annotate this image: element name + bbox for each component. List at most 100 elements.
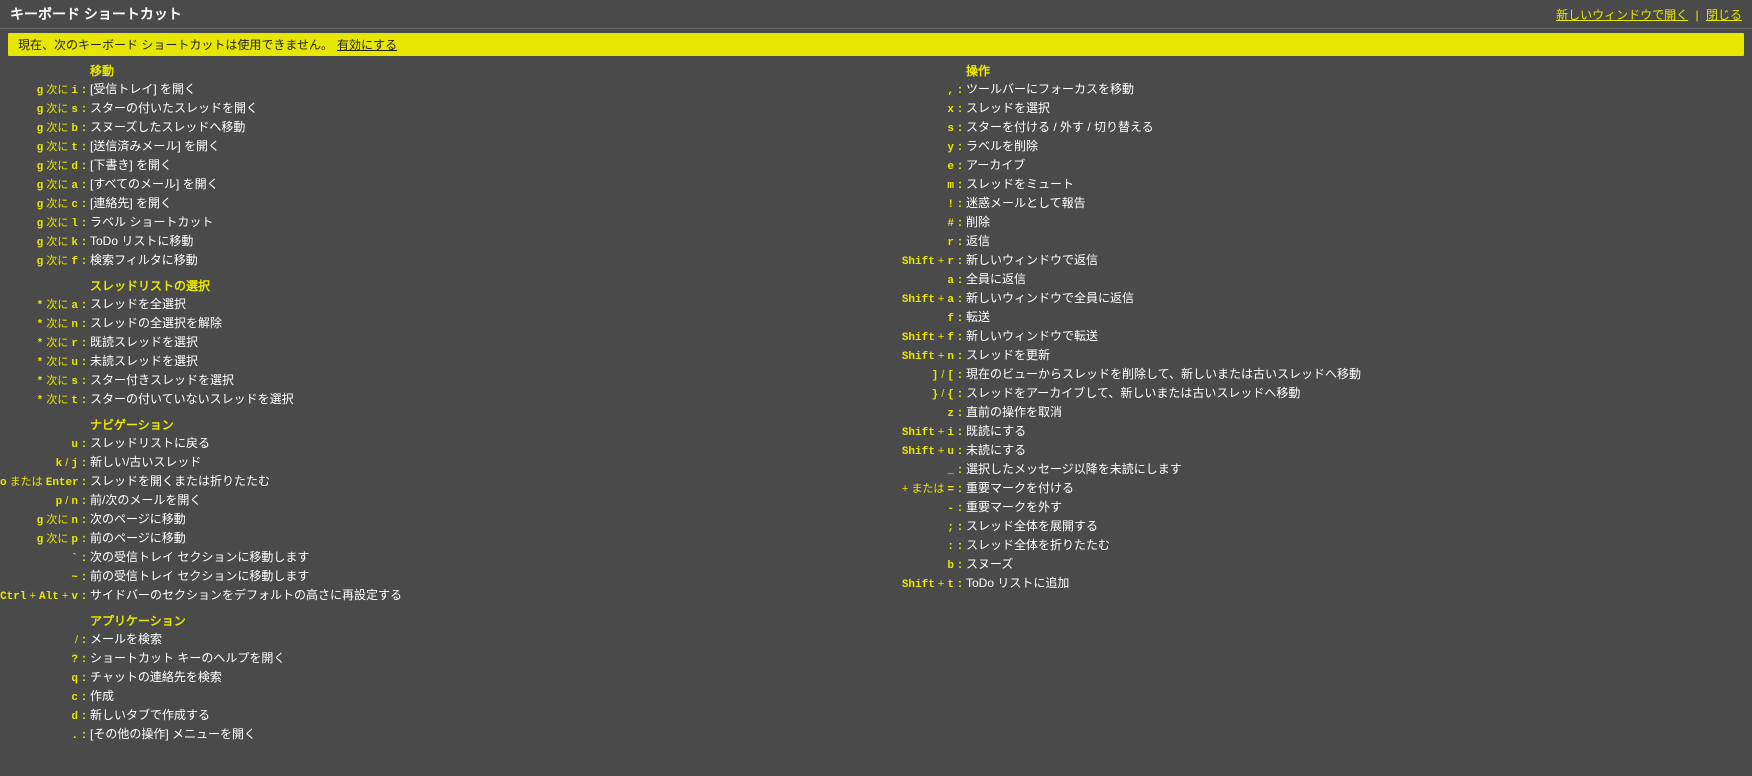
- shortcut-desc: 作成: [90, 688, 114, 705]
- shortcut-keys: + または =: [876, 481, 958, 499]
- shortcut-desc: スヌーズ: [966, 556, 1013, 573]
- section-title: アプリケーション: [90, 612, 876, 629]
- section-title: 操作: [966, 62, 1752, 79]
- shortcut-desc: アーカイブ: [966, 157, 1025, 174]
- shortcut-row: k / j:新しい/古いスレッド: [0, 454, 876, 473]
- shortcut-keys: * 次に r: [0, 335, 82, 353]
- shortcut-row: Shift + t:ToDo リストに追加: [876, 575, 1752, 594]
- section-title: 移動: [90, 62, 876, 79]
- shortcut-keys: } / {: [876, 386, 958, 404]
- colon: :: [958, 271, 962, 288]
- colon: :: [958, 347, 962, 364]
- shortcut-keys: ?: [0, 652, 82, 669]
- shortcut-row: g 次に d:[下書き] を開く: [0, 157, 876, 176]
- shortcut-row: q:チャットの連絡先を検索: [0, 669, 876, 688]
- colon: :: [82, 707, 86, 724]
- shortcut-keys: `: [0, 551, 82, 568]
- shortcut-desc: スレッドをアーカイブして、新しいまたは古いスレッドへ移動: [966, 385, 1300, 402]
- shortcut-section: 操作,:ツールバーにフォーカスを移動x:スレッドを選択s:スターを付ける / 外…: [876, 62, 1752, 594]
- colon: :: [82, 391, 86, 408]
- shortcut-desc: スレッドを全選択: [90, 296, 186, 313]
- shortcut-desc: 未読スレッドを選択: [90, 353, 198, 370]
- shortcut-row: r:返信: [876, 233, 1752, 252]
- shortcut-keys: -: [876, 501, 958, 518]
- shortcut-keys: g 次に p: [0, 531, 82, 549]
- colon: :: [958, 119, 962, 136]
- shortcut-keys: g 次に l: [0, 215, 82, 233]
- colon: :: [958, 233, 962, 250]
- shortcut-desc: 重要マークを外す: [966, 499, 1062, 516]
- shortcut-keys: ] / [: [876, 367, 958, 385]
- warning-text: 現在、次のキーボード ショートカットは使用できません。: [18, 36, 333, 53]
- shortcut-row: c:作成: [0, 688, 876, 707]
- shortcut-row: / :メールを検索: [0, 631, 876, 650]
- close-link[interactable]: 閉じる: [1706, 8, 1742, 22]
- shortcut-keys: g 次に n: [0, 512, 82, 530]
- shortcut-keys: Ctrl + Alt + v: [0, 588, 82, 606]
- shortcut-keys: r: [876, 235, 958, 252]
- shortcut-desc: スレッドリストに戻る: [90, 435, 210, 452]
- shortcut-desc: 次のページに移動: [90, 511, 186, 528]
- shortcut-row: * 次に n:スレッドの全選択を解除: [0, 315, 876, 334]
- shortcut-keys: * 次に u: [0, 354, 82, 372]
- shortcut-desc: 前/次のメールを開く: [90, 492, 201, 509]
- shortcut-desc: 新しい/古いスレッド: [90, 454, 201, 471]
- shortcut-keys: _: [876, 463, 958, 480]
- colon: :: [958, 366, 962, 383]
- shortcut-keys: d: [0, 709, 82, 726]
- open-new-window-link[interactable]: 新しいウィンドウで開く: [1556, 8, 1688, 22]
- colon: :: [958, 214, 962, 231]
- colon: :: [958, 518, 962, 535]
- shortcut-keys: g 次に i: [0, 82, 82, 100]
- colon: :: [958, 252, 962, 269]
- shortcut-desc: 選択したメッセージ以降を未読にします: [966, 461, 1182, 478]
- colon: :: [958, 328, 962, 345]
- shortcut-row: g 次に c:[連絡先] を開く: [0, 195, 876, 214]
- shortcut-row: ~:前の受信トレイ セクションに移動します: [0, 568, 876, 587]
- shortcut-row: b:スヌーズ: [876, 556, 1752, 575]
- shortcut-row: s:スターを付ける / 外す / 切り替える: [876, 119, 1752, 138]
- shortcut-desc: メールを検索: [90, 631, 162, 648]
- shortcut-row: x:スレッドを選択: [876, 100, 1752, 119]
- shortcut-desc: スレッドを更新: [966, 347, 1050, 364]
- shortcut-row: ] / [:現在のビューからスレッドを削除して、新しいまたは古いスレッドへ移動: [876, 366, 1752, 385]
- colon: :: [82, 334, 86, 351]
- colon: :: [82, 315, 86, 332]
- shortcut-row: + または =:重要マークを付ける: [876, 480, 1752, 499]
- shortcut-row: p / n:前/次のメールを開く: [0, 492, 876, 511]
- shortcut-row: _:選択したメッセージ以降を未読にします: [876, 461, 1752, 480]
- shortcut-row: g 次に b:スヌーズしたスレッドへ移動: [0, 119, 876, 138]
- shortcut-row: Shift + r:新しいウィンドウで返信: [876, 252, 1752, 271]
- shortcut-keys: g 次に a: [0, 177, 82, 195]
- shortcut-desc: [すべてのメール] を開く: [90, 176, 219, 193]
- colon: :: [82, 726, 86, 743]
- shortcut-keys: k / j: [0, 455, 82, 473]
- shortcut-desc: 迷惑メールとして報告: [966, 195, 1086, 212]
- shortcut-desc: スターを付ける / 外す / 切り替える: [966, 119, 1154, 136]
- colon: :: [958, 309, 962, 326]
- colon: :: [958, 461, 962, 478]
- dialog-header: キーボード ショートカット 新しいウィンドウで開く | 閉じる: [0, 0, 1752, 29]
- shortcut-row: g 次に n:次のページに移動: [0, 511, 876, 530]
- shortcut-row: -:重要マークを外す: [876, 499, 1752, 518]
- colon: :: [82, 669, 86, 686]
- shortcut-desc: 直前の操作を取消: [966, 404, 1062, 421]
- shortcut-desc: 次の受信トレイ セクションに移動します: [90, 549, 309, 566]
- shortcut-keys: Shift + a: [876, 291, 958, 309]
- section-title: ナビゲーション: [90, 416, 876, 433]
- shortcut-row: g 次に p:前のページに移動: [0, 530, 876, 549]
- enable-link[interactable]: 有効にする: [337, 36, 397, 53]
- column-left: 移動g 次に i:[受信トレイ] を開くg 次に s:スターの付いたスレッドを開…: [0, 62, 876, 751]
- dialog-title: キーボード ショートカット: [10, 4, 182, 24]
- shortcut-row: Shift + i:既読にする: [876, 423, 1752, 442]
- shortcut-desc: 新しいウィンドウで全員に返信: [966, 290, 1134, 307]
- shortcut-desc: スターの付いたスレッドを開く: [90, 100, 258, 117]
- colon: :: [82, 100, 86, 117]
- shortcut-keys: ~: [0, 570, 82, 587]
- shortcut-keys: g 次に t: [0, 139, 82, 157]
- shortcut-desc: [受信トレイ] を開く: [90, 81, 196, 98]
- colon: :: [82, 511, 86, 528]
- colon: :: [82, 435, 86, 452]
- shortcut-keys: Shift + t: [876, 576, 958, 594]
- shortcut-keys: * 次に s: [0, 373, 82, 391]
